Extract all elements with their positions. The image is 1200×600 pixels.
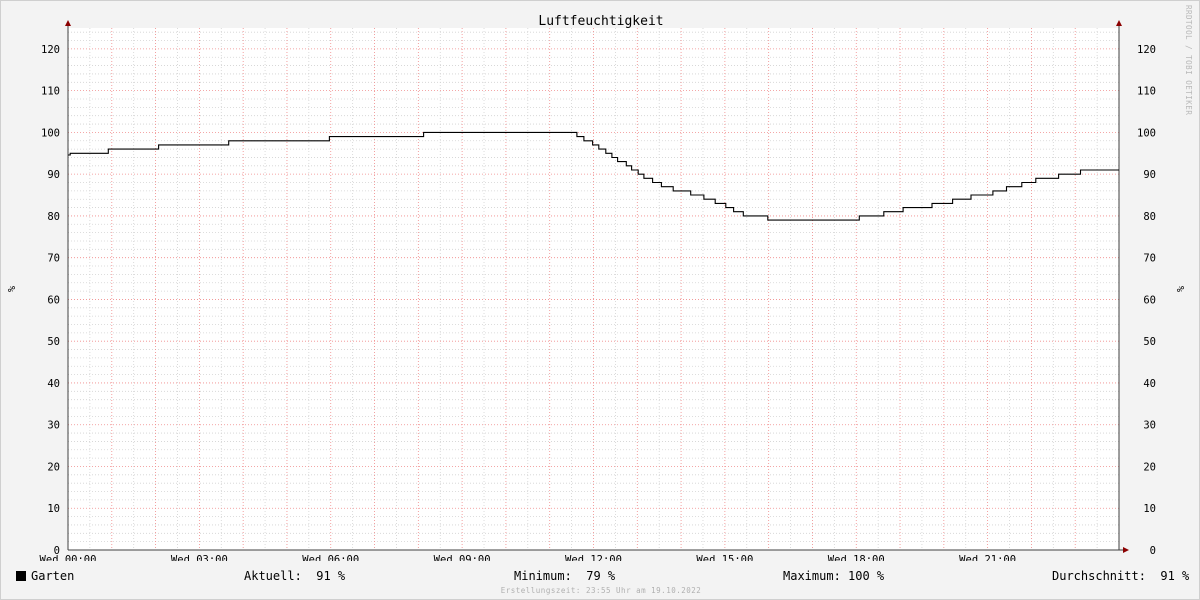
- x-axis-arrow: [1123, 547, 1129, 553]
- chart-title: Luftfeuchtigkeit: [538, 14, 663, 29]
- y-tick-label-right: 100: [1137, 127, 1156, 139]
- x-tick-label: Wed 06:00: [302, 554, 359, 561]
- legend-average: Durchschnitt: 91 %: [1052, 568, 1189, 584]
- minimum-value: 79 %: [586, 569, 616, 583]
- graph-frame: 0 0 10 10 20 20 30 30 40 40 50 50 60 60 70 70 80 80 90 90 10…: [0, 0, 1200, 600]
- humidity-chart: 0 010 1020 2030 3040 4050 5060 6070 7080 8090 9010…: [7, 14, 1187, 561]
- y-tick-label: 40: [47, 378, 60, 390]
- y-tick-label: 10: [47, 503, 60, 515]
- current-label: Aktuell:: [244, 569, 302, 583]
- legend-current: Aktuell: 91 %: [244, 568, 345, 584]
- y-tick-label: 50: [47, 336, 60, 348]
- legend-swatch: [16, 571, 26, 581]
- creation-time: Erstellungszeit: 23:55 Uhr am 19.10.2022: [500, 586, 702, 595]
- legend-minimum: Minimum: 79 %: [514, 568, 615, 584]
- legend-series-name: Garten: [31, 569, 75, 583]
- y-tick-label: 90: [47, 169, 60, 181]
- y-axis-label: %: [7, 286, 18, 292]
- y-tick-label-right: 0: [1150, 545, 1156, 557]
- x-tick-label: Wed 12:00: [565, 554, 622, 561]
- rrdtool-watermark: RRDTOOL / TOBI OETIKER: [1184, 5, 1193, 116]
- x-tick-label: Wed 03:00: [171, 554, 228, 561]
- y-axis-right-arrow: [1116, 20, 1122, 26]
- y-tick-label: 80: [47, 211, 60, 223]
- y-tick-label: 120: [41, 44, 60, 56]
- average-label: Durchschnitt:: [1052, 569, 1146, 583]
- y-tick-label-right: 70: [1143, 253, 1156, 265]
- y-tick-label-right: 20: [1143, 461, 1156, 473]
- y-tick-label-right: 80: [1143, 211, 1156, 223]
- y-tick-label-right: 90: [1143, 169, 1156, 181]
- y-tick-label: 20: [47, 461, 60, 473]
- maximum-value: 100 %: [848, 569, 885, 583]
- y-tick-label-right: 10: [1143, 503, 1156, 515]
- x-tick-label: Wed 09:00: [434, 554, 491, 561]
- current-value: 91 %: [316, 569, 346, 583]
- x-tick-label: Wed 00:00: [40, 554, 97, 561]
- x-tick-label: Wed 18:00: [828, 554, 885, 561]
- legend-maximum: Maximum: 100 %: [783, 568, 884, 584]
- y-tick-label-right: 50: [1143, 336, 1156, 348]
- y-tick-label-right: 60: [1143, 294, 1156, 306]
- y-tick-label-right: 120: [1137, 44, 1156, 56]
- x-tick-label: Wed 15:00: [696, 554, 753, 561]
- y-tick-label: 60: [47, 294, 60, 306]
- y-axis-left-arrow: [65, 20, 71, 26]
- y-tick-label: 30: [47, 420, 60, 432]
- y-axis-label-right: %: [1176, 286, 1187, 292]
- x-tick-label: Wed 21:00: [959, 554, 1016, 561]
- y-tick-label-right: 30: [1143, 420, 1156, 432]
- y-tick-label: 110: [41, 86, 60, 98]
- legend-series: Garten: [16, 568, 74, 584]
- y-tick-label: 100: [41, 127, 60, 139]
- y-tick-label-right: 110: [1137, 86, 1156, 98]
- maximum-label: Maximum:: [783, 569, 841, 583]
- average-value: 91 %: [1160, 569, 1190, 583]
- minimum-label: Minimum:: [514, 569, 572, 583]
- y-tick-label-right: 40: [1143, 378, 1156, 390]
- y-tick-label: 70: [47, 253, 60, 265]
